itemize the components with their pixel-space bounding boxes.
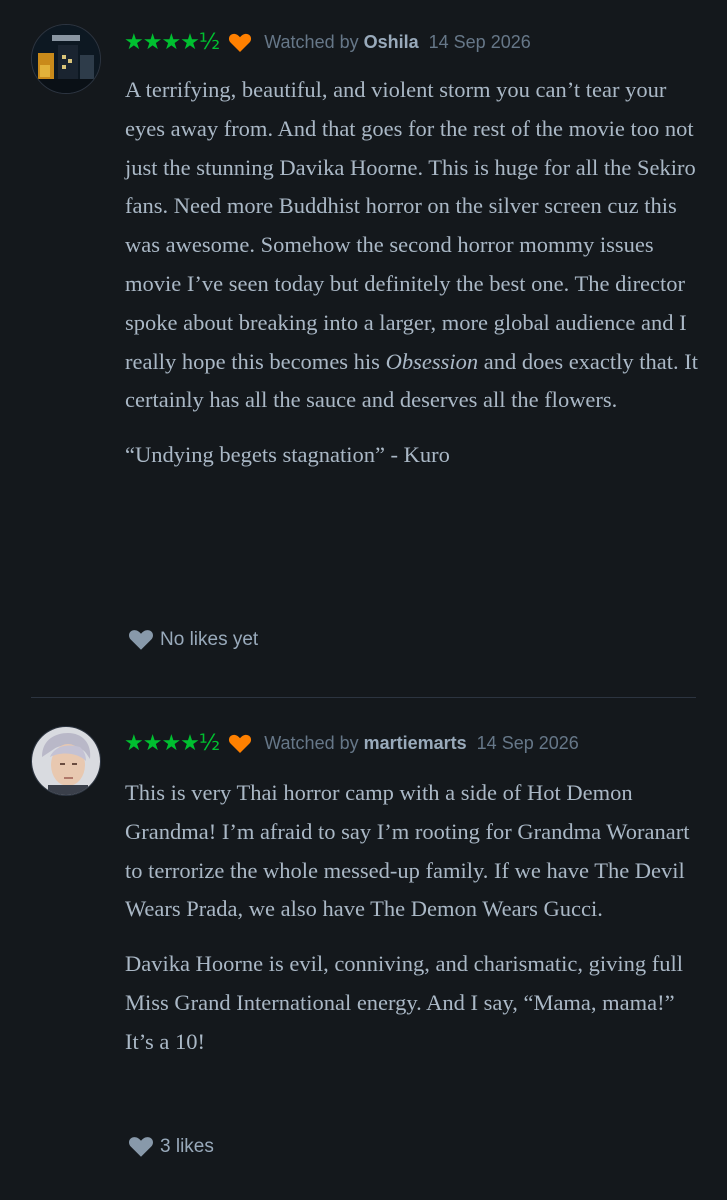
likes-count: 3 likes: [160, 1136, 214, 1157]
username-link[interactable]: Oshila: [364, 32, 419, 53]
likes-row[interactable]: 3 likes: [128, 1136, 214, 1158]
review-paragraph: A terrifying, beautiful, and violent sto…: [125, 71, 705, 420]
review-date[interactable]: 14 Sep 2026: [477, 733, 579, 754]
review-meta: ★★★★½ Watched by martiemarts 14 Sep 2026: [124, 731, 579, 756]
film-title-emphasis: Obsession: [385, 348, 479, 374]
likes-count: No likes yet: [160, 629, 259, 650]
review-paragraph: “Undying begets stagnation” - Kuro: [125, 442, 450, 468]
review-divider: [31, 697, 696, 698]
likes-row[interactable]: No likes yet: [128, 629, 258, 651]
heart-outline-icon[interactable]: [128, 629, 154, 651]
username-link[interactable]: martiemarts: [364, 733, 467, 754]
rating-stars: ★★★★½: [124, 731, 220, 756]
review-body: A terrifying, beautiful, and violent sto…: [125, 71, 705, 491]
avatar-image: [32, 25, 100, 93]
avatar-image: [32, 727, 100, 795]
review-paragraph: This is very Thai horror camp with a sid…: [125, 780, 690, 922]
review-text: A terrifying, beautiful, and violent sto…: [125, 77, 696, 374]
watched-by-label: Watched by: [264, 32, 359, 52]
heart-icon: [228, 33, 252, 53]
avatar[interactable]: [31, 726, 101, 796]
watched-by-label: Watched by: [264, 733, 359, 753]
review-paragraph: Davika Hoorne is evil, conniving, and ch…: [125, 951, 683, 1054]
rating-stars: ★★★★½: [124, 30, 220, 55]
heart-icon: [228, 734, 252, 754]
heart-outline-icon[interactable]: [128, 1136, 154, 1158]
review-meta: ★★★★½ Watched by Oshila 14 Sep 2026: [124, 30, 531, 55]
review-body: This is very Thai horror camp with a sid…: [125, 774, 705, 1078]
avatar[interactable]: [31, 24, 101, 94]
review-date[interactable]: 14 Sep 2026: [429, 32, 531, 53]
